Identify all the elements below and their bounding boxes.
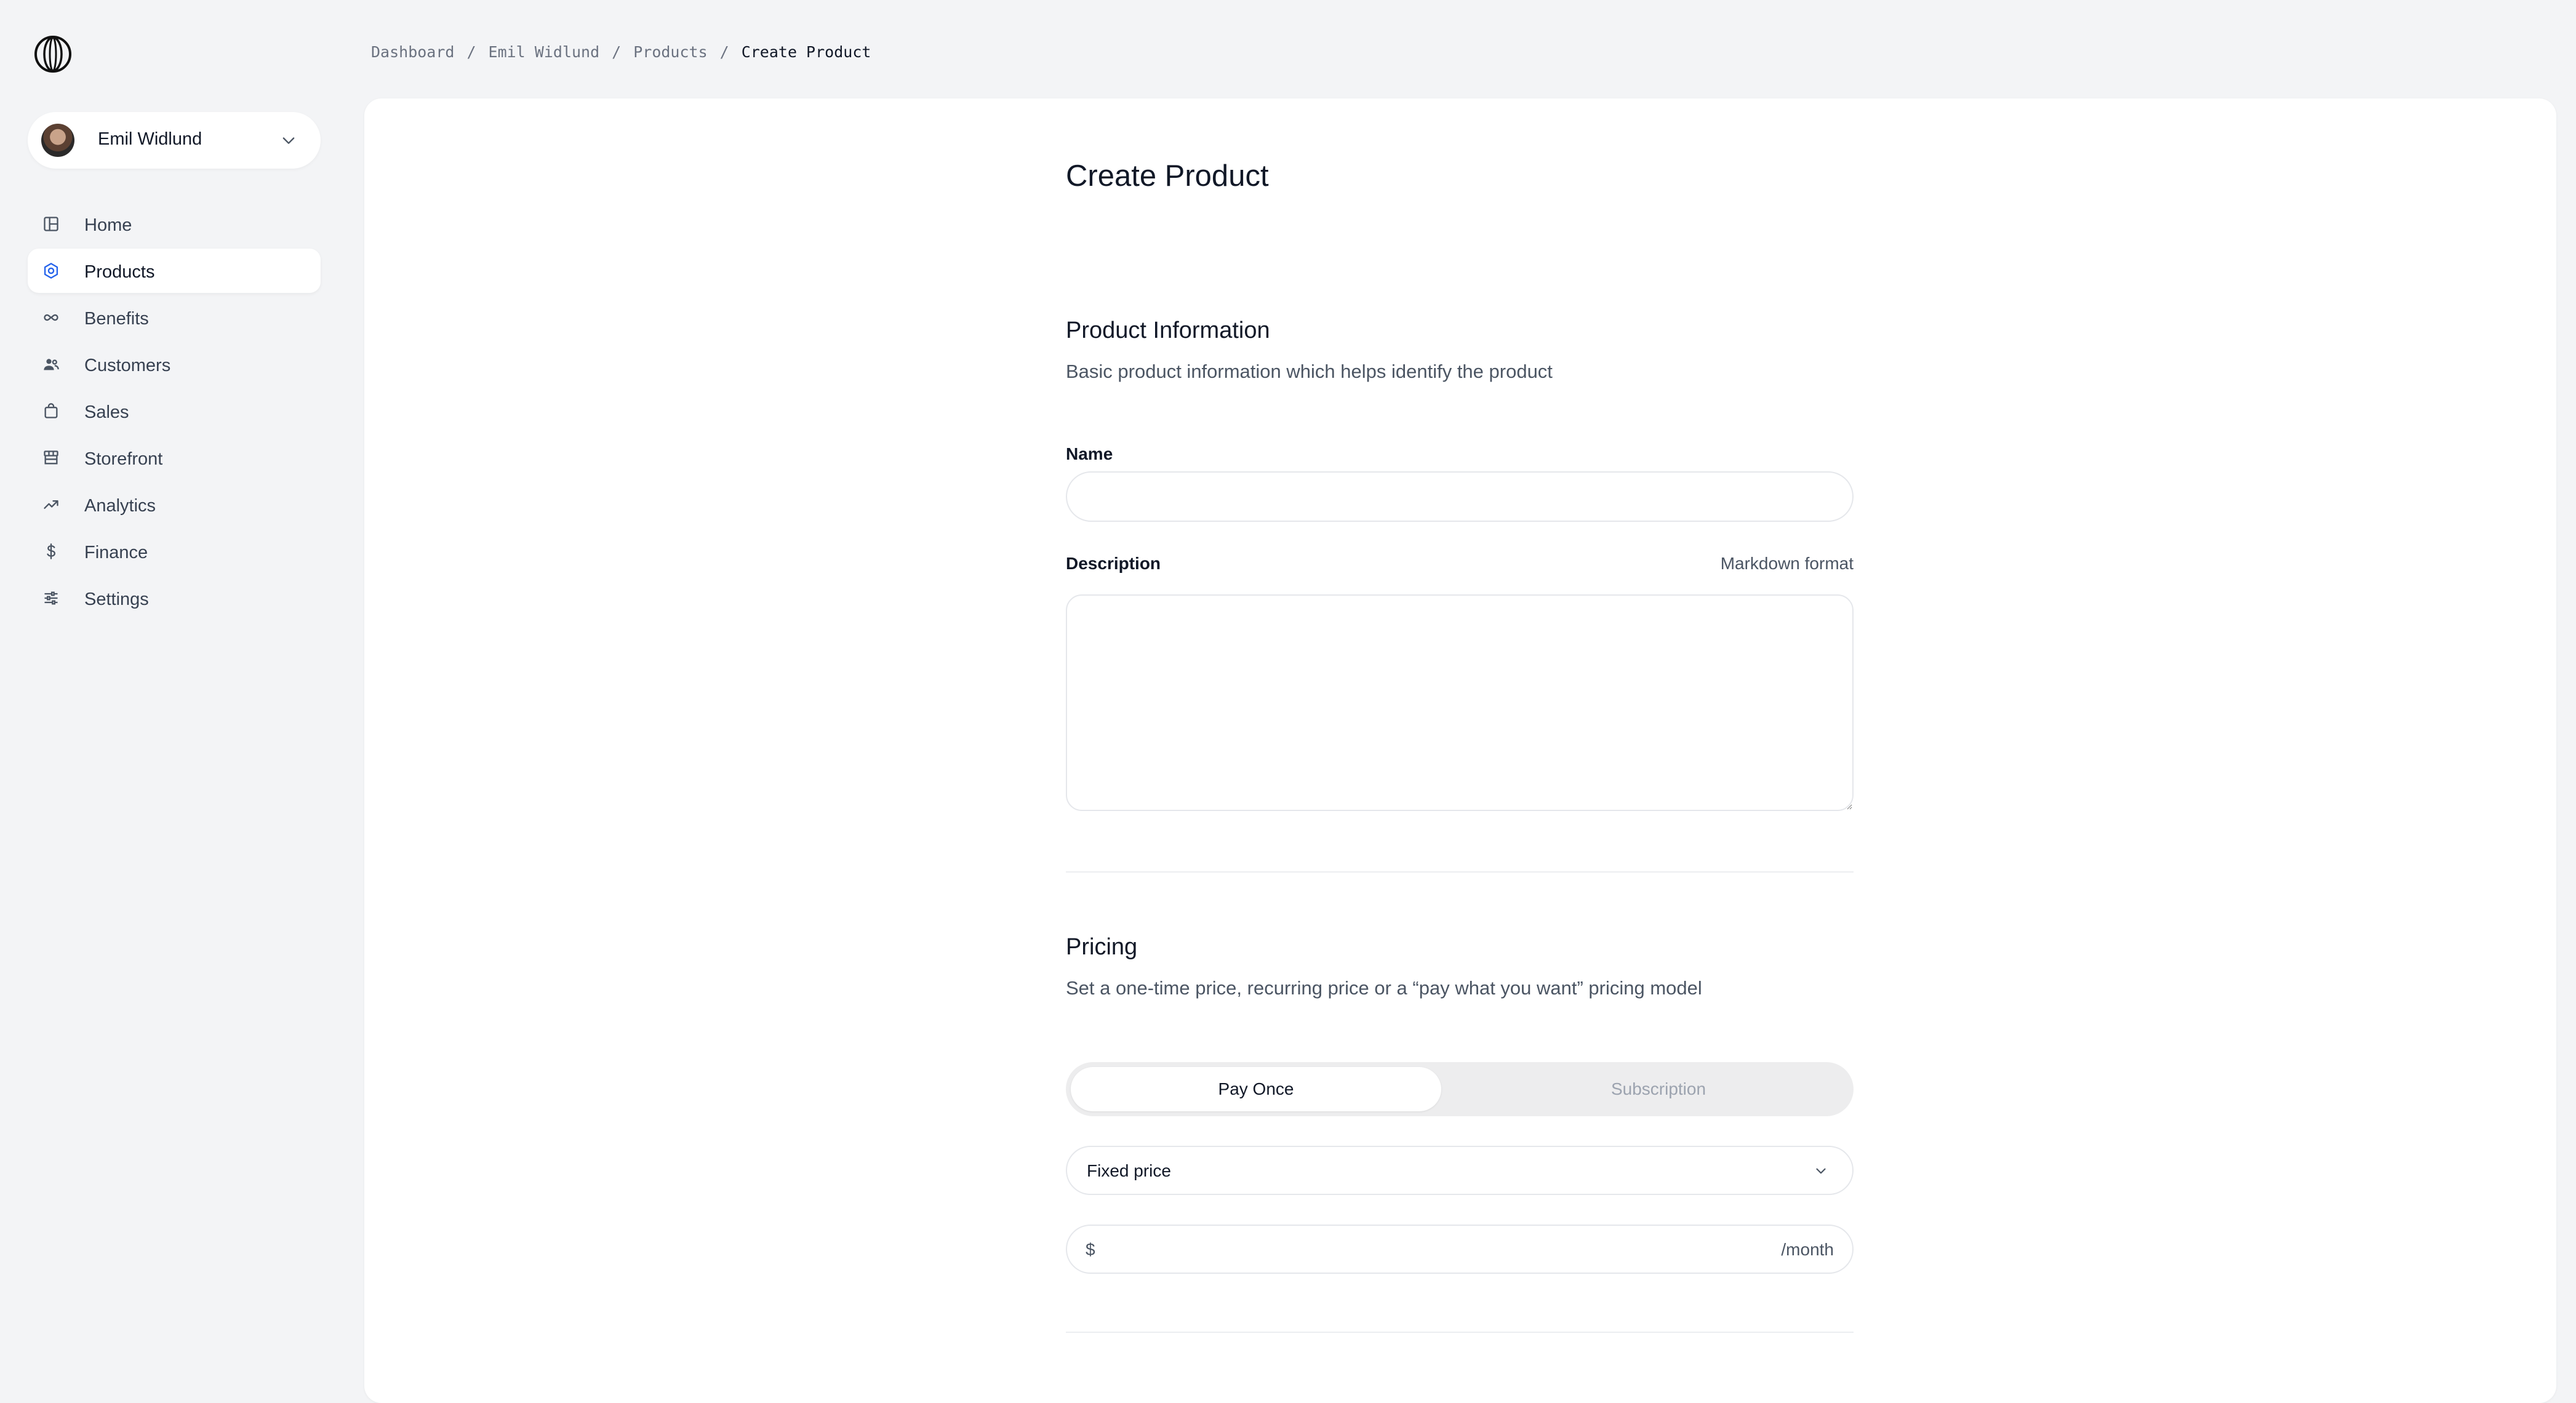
sidebar-item-label: Settings <box>84 590 149 609</box>
sidebar-item-label: Sales <box>84 402 129 422</box>
sidebar-item-analytics[interactable]: Analytics <box>28 482 321 527</box>
page-title: Create Product <box>1066 159 1269 193</box>
price-type-value: Fixed price <box>1087 1161 1171 1180</box>
breadcrumb-separator: / <box>612 43 622 61</box>
description-label: Description <box>1066 554 1161 573</box>
tab-subscription[interactable]: Subscription <box>1473 1067 1844 1111</box>
breadcrumb-dashboard[interactable]: Dashboard <box>371 43 454 61</box>
people-icon <box>42 356 60 373</box>
sidebar-item-label: Finance <box>84 543 148 562</box>
breadcrumb: Dashboard / Emil Widlund / Products / Create P… <box>371 43 871 61</box>
account-name: Emil Widlund <box>98 129 202 149</box>
description-textarea[interactable] <box>1066 594 1854 811</box>
sidebar-item-home[interactable]: Home <box>28 202 321 246</box>
account-switcher[interactable]: Emil Widlund <box>28 112 321 169</box>
pricing-subtitle: Set a one-time price, recurring price or… <box>1066 977 1702 999</box>
sidebar-item-label: Analytics <box>84 496 156 516</box>
shopping-bag-icon <box>42 402 60 420</box>
sidebar: Emil Widlund Home Products Benefits Cust… <box>0 0 345 1362</box>
infinity-icon <box>42 309 60 326</box>
sidebar-item-storefront[interactable]: Storefront <box>28 436 321 480</box>
sidebar-item-label: Home <box>84 215 132 235</box>
markdown-hint: Markdown format <box>1720 554 1854 573</box>
storefront-icon <box>42 449 60 466</box>
name-input[interactable] <box>1066 471 1854 522</box>
pricing-title: Pricing <box>1066 934 1138 960</box>
chevron-down-icon <box>282 137 295 144</box>
sidebar-item-finance[interactable]: Finance <box>28 529 321 574</box>
product-hexagon-icon <box>42 262 60 279</box>
name-label: Name <box>1066 444 1113 463</box>
breadcrumb-separator: / <box>466 43 476 61</box>
price-type-select[interactable]: Fixed price <box>1066 1146 1854 1195</box>
sidebar-nav: Home Products Benefits Customers Sales S… <box>28 202 321 623</box>
section-divider <box>1066 1332 1854 1333</box>
dollar-icon <box>42 543 60 560</box>
product-info-subtitle: Basic product information which helps id… <box>1066 361 1553 382</box>
sidebar-item-sales[interactable]: Sales <box>28 389 321 433</box>
tab-pay-once[interactable]: Pay Once <box>1071 1067 1441 1111</box>
sidebar-item-settings[interactable]: Settings <box>28 576 321 620</box>
section-divider <box>1066 871 1854 873</box>
product-info-title: Product Information <box>1066 318 1270 343</box>
sidebar-item-benefits[interactable]: Benefits <box>28 295 321 340</box>
avatar <box>41 124 74 157</box>
chevron-down-icon <box>1816 1168 1826 1174</box>
trending-up-icon <box>42 496 60 513</box>
sidebar-item-products[interactable]: Products <box>28 249 321 293</box>
sidebar-item-label: Products <box>84 262 155 282</box>
layout-icon <box>42 215 60 233</box>
sidebar-item-label: Storefront <box>84 449 163 469</box>
sliders-icon <box>42 590 60 607</box>
breadcrumb-products[interactable]: Products <box>633 43 707 61</box>
sidebar-item-label: Customers <box>84 356 171 375</box>
interval-suffix: /month <box>1781 1240 1834 1259</box>
sidebar-item-label: Benefits <box>84 309 149 329</box>
breadcrumb-separator: / <box>719 43 729 61</box>
pricing-mode-toggle: Pay Once Subscription <box>1066 1062 1854 1116</box>
breadcrumb-current: Create Product <box>741 43 871 61</box>
price-amount-field[interactable]: $ /month <box>1066 1225 1854 1274</box>
currency-symbol: $ <box>1086 1240 1095 1259</box>
polar-logo-icon[interactable] <box>33 34 73 74</box>
sidebar-item-customers[interactable]: Customers <box>28 342 321 386</box>
breadcrumb-account[interactable]: Emil Widlund <box>489 43 600 61</box>
